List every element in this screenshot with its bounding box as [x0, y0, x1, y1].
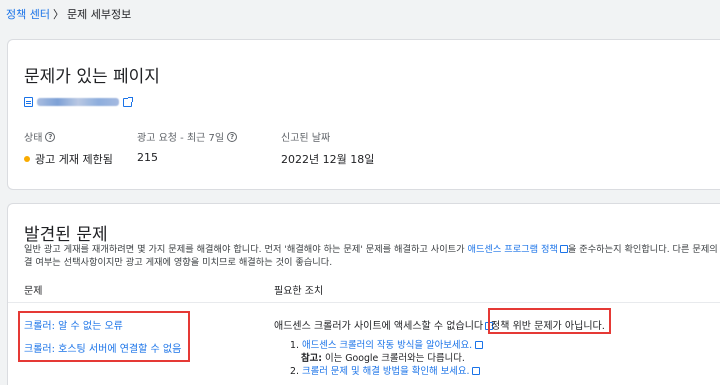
action-steps: 1. 애드센스 크롤러의 작동 방식을 알아보세요. 참고: 이는 Google… — [290, 339, 484, 378]
document-icon — [24, 97, 33, 107]
requests-value: 215 — [137, 151, 158, 164]
step-1: 1. 애드센스 크롤러의 작동 방식을 알아보세요. — [290, 339, 484, 352]
requests-label: 광고 요청 - 최근 7일 ? — [137, 129, 238, 144]
issue-crawler-host-unreachable[interactable]: 크롤러: 호스팅 서버에 연결할 수 없음 — [24, 340, 181, 355]
step-2-number: 2. — [290, 366, 299, 377]
step-1-note: 참고: 이는 Google 크롤러와는 다릅니다. — [290, 352, 483, 365]
issues-description: 일반 광고 게재를 재개하려면 몇 가지 문제를 해결해야 합니다. 먼저 '해… — [24, 243, 720, 269]
page-card-title: 문제가 있는 페이지 — [24, 67, 160, 87]
breadcrumb: 정책 센터 〉 문제 세부정보 — [6, 6, 131, 22]
external-link-icon[interactable] — [559, 245, 568, 253]
action-highlight-text: 정책 위반 문제가 아닙니다. — [491, 321, 605, 332]
step-2-link[interactable]: 크롤러 문제 및 해결 방법을 확인해 보세요. — [302, 366, 470, 377]
status-value: 광고 게재 제한됨 — [24, 151, 113, 167]
column-header-issue: 문제 — [24, 286, 43, 297]
chevron-right-icon: 〉 — [52, 8, 64, 21]
reported-label-text: 신고된 날짜 — [281, 133, 331, 144]
action-description: 애드센스 크롤러가 사이트에 액세스할 수 없습니다 — [274, 317, 494, 332]
desc-part1: 일반 광고 게재를 재개하려면 몇 가지 문제를 해결해야 합니다. 먼저 '해… — [24, 244, 468, 255]
status-value-text: 광고 게재 제한됨 — [35, 153, 113, 166]
external-link-icon[interactable] — [475, 341, 484, 349]
page-url-row — [24, 96, 133, 107]
breadcrumb-policy-center-link[interactable]: 정책 센터 — [6, 6, 50, 22]
step-1-number: 1. — [290, 340, 299, 351]
column-header-action: 필요한 조치 — [274, 286, 324, 297]
external-link-icon[interactable] — [472, 367, 481, 375]
issues-card: 발견된 문제 일반 광고 게재를 재개하려면 몇 가지 문제를 해결해야 합니다… — [7, 203, 720, 385]
action-text: 애드센스 크롤러가 사이트에 액세스할 수 없습니다 — [274, 321, 484, 332]
issues-card-title: 발견된 문제 — [24, 225, 108, 245]
issue-crawler-unknown-error[interactable]: 크롤러: 알 수 없는 오류 — [24, 317, 123, 332]
status-label: 상태 ? — [24, 129, 56, 144]
table-divider — [8, 302, 720, 303]
status-label-text: 상태 — [24, 133, 43, 144]
status-dot-icon — [24, 156, 30, 162]
help-icon[interactable]: ? — [227, 131, 238, 142]
adsense-policy-link[interactable]: 애드센스 프로그램 정책 — [468, 244, 558, 255]
external-link-icon[interactable] — [123, 96, 133, 107]
reported-label: 신고된 날짜 — [281, 129, 330, 144]
note-label: 참고: — [301, 353, 322, 364]
step-2: 2. 크롤러 문제 및 해결 방법을 확인해 보세요. — [290, 365, 483, 378]
requests-label-text: 광고 요청 - 최근 7일 — [137, 133, 225, 144]
step-1-link[interactable]: 애드센스 크롤러의 작동 방식을 알아보세요. — [302, 340, 472, 351]
page-card: 문제가 있는 페이지 상태 ? 광고 요청 - 최근 7일 ? 신고된 날짜 광… — [7, 39, 720, 190]
breadcrumb-current: 문제 세부정보 — [66, 8, 132, 21]
help-icon[interactable]: ? — [45, 131, 56, 142]
reported-value: 2022년 12월 18일 — [281, 153, 375, 166]
note-text: 이는 Google 크롤러와는 다릅니다. — [322, 353, 465, 364]
page-url-link[interactable] — [37, 98, 119, 106]
